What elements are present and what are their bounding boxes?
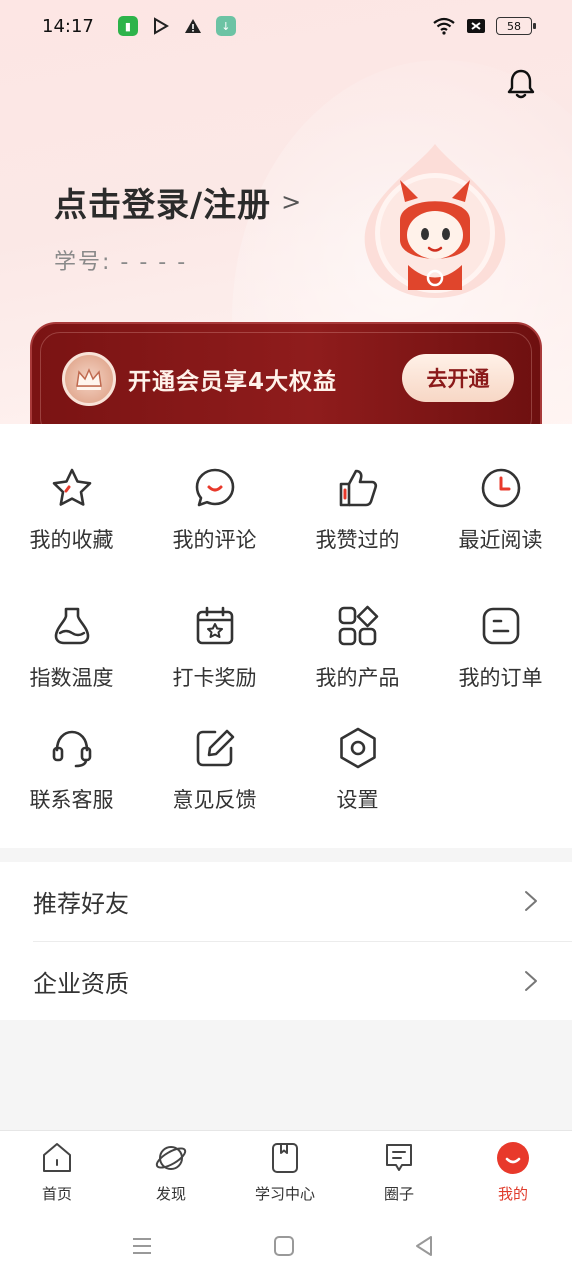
grid-item-label: 我的收藏 [29,528,114,552]
grid-item-label: 指数温度 [29,666,114,690]
grid-item-index-temperature[interactable]: 指数温度 [0,604,143,692]
grid-item-label: 打卡奖励 [172,666,257,690]
student-id-value: - - - - [120,250,188,275]
flask-icon [54,607,89,645]
tab-label: 首页 [41,1185,72,1203]
no-sim-icon [467,19,485,33]
home-icon [43,1143,71,1172]
chevron-right-icon [525,891,537,911]
menu-icon[interactable] [130,1234,154,1258]
grid-item-settings[interactable]: 设置 [286,726,429,814]
tab-label: 我的 [497,1185,528,1203]
grid-item-check-in-rewards[interactable]: 打卡奖励 [143,604,286,692]
bell-icon[interactable] [506,68,536,100]
bottom-tab-bar: 首页 发现 学习中心 圈子 我的 [0,1130,572,1220]
edit-icon [196,729,234,767]
mine-icon [497,1142,529,1174]
grid-item-recent-reading[interactable]: 最近阅读 [429,466,572,554]
status-time: 14:17 [42,15,94,37]
chevron-right-icon [525,971,537,991]
system-navigation-bar [0,1220,572,1280]
battery-indicator: 58 [496,17,536,35]
apps-icon [338,605,378,646]
list-item-label: 企业资质 [33,970,129,998]
settings-icon [339,727,376,769]
grid-item-feedback[interactable]: 意见反馈 [143,726,286,814]
activate-vip-button[interactable]: 去开通 [402,354,514,402]
grid-item-liked[interactable]: 我赞过的 [286,466,429,554]
grid-item-favorites[interactable]: 我的收藏 [0,466,143,554]
order-icon [482,607,519,645]
comment-icon [195,468,234,507]
app-notification-icon: ▮ [117,16,138,36]
grid-item-label: 意见反馈 [172,788,257,812]
download-icon: ↓ [215,16,236,36]
login-register-link[interactable]: 点击登录/注册 > [54,178,302,226]
tab-home[interactable]: 首页 [0,1141,114,1204]
grid-item-label: 最近阅读 [458,528,543,552]
back-icon[interactable] [412,1234,436,1258]
crown-icon [62,352,116,406]
feature-grid: 我的收藏 我的评论 我赞过的 最近阅读 指数温度 打卡奖励 我的产品 我的订单 … [0,424,572,848]
play-store-icon [153,17,169,35]
clock-icon [481,468,520,508]
chat-icon [386,1144,412,1171]
book-icon [272,1143,298,1173]
student-id-label: 学号: [54,250,112,275]
tab-discover[interactable]: 发现 [114,1141,228,1204]
grid-item-label: 我的评论 [172,528,257,552]
grid-item-label: 设置 [336,788,379,812]
tab-learning-center[interactable]: 学习中心 [228,1141,342,1204]
avatar[interactable] [360,140,510,300]
star-icon [52,468,91,506]
tab-label: 学习中心 [254,1185,315,1203]
notification-icons: ▮ ↓ [117,16,236,36]
grid-item-comments[interactable]: 我的评论 [143,466,286,554]
grid-item-label: 联系客服 [29,788,114,812]
wifi-icon [433,17,455,35]
tab-label: 发现 [155,1185,186,1203]
grid-item-my-products[interactable]: 我的产品 [286,604,429,692]
grid-item-label: 我的产品 [315,666,400,690]
grid-item-label: 我赞过的 [315,528,400,552]
grid-item-my-orders[interactable]: 我的订单 [429,604,572,692]
list-item-label: 推荐好友 [33,890,129,918]
tab-mine[interactable]: 我的 [456,1141,570,1204]
tab-label: 圈子 [383,1185,414,1203]
grid-item-label: 我的订单 [458,666,543,690]
login-text: 点击登录/注册 [54,185,272,224]
list-item-enterprise-qualification[interactable]: 企业资质 [0,942,572,1021]
home-button-icon[interactable] [272,1234,296,1258]
student-id: 学号: - - - - [54,244,187,276]
warning-icon [184,19,201,33]
planet-icon [155,1146,187,1170]
vip-banner[interactable]: 开通会员享4大权益 去开通 [30,322,542,430]
vip-promo-text: 开通会员享4大权益 [128,369,338,395]
status-bar: 14:17 ▮ ↓ 58 [0,0,572,52]
chevron-right-icon: > [281,188,303,216]
status-right: 58 [432,17,536,35]
tab-circle[interactable]: 圈子 [342,1141,456,1204]
list-item-recommend-friends[interactable]: 推荐好友 [0,862,572,941]
headset-icon [52,730,91,768]
menu-list: 推荐好友 企业资质 [0,862,572,1020]
calendar-star-icon [196,606,233,645]
mascot-avatar-icon [364,144,506,298]
thumbs-up-icon [339,469,377,507]
grid-item-customer-service[interactable]: 联系客服 [0,726,143,814]
